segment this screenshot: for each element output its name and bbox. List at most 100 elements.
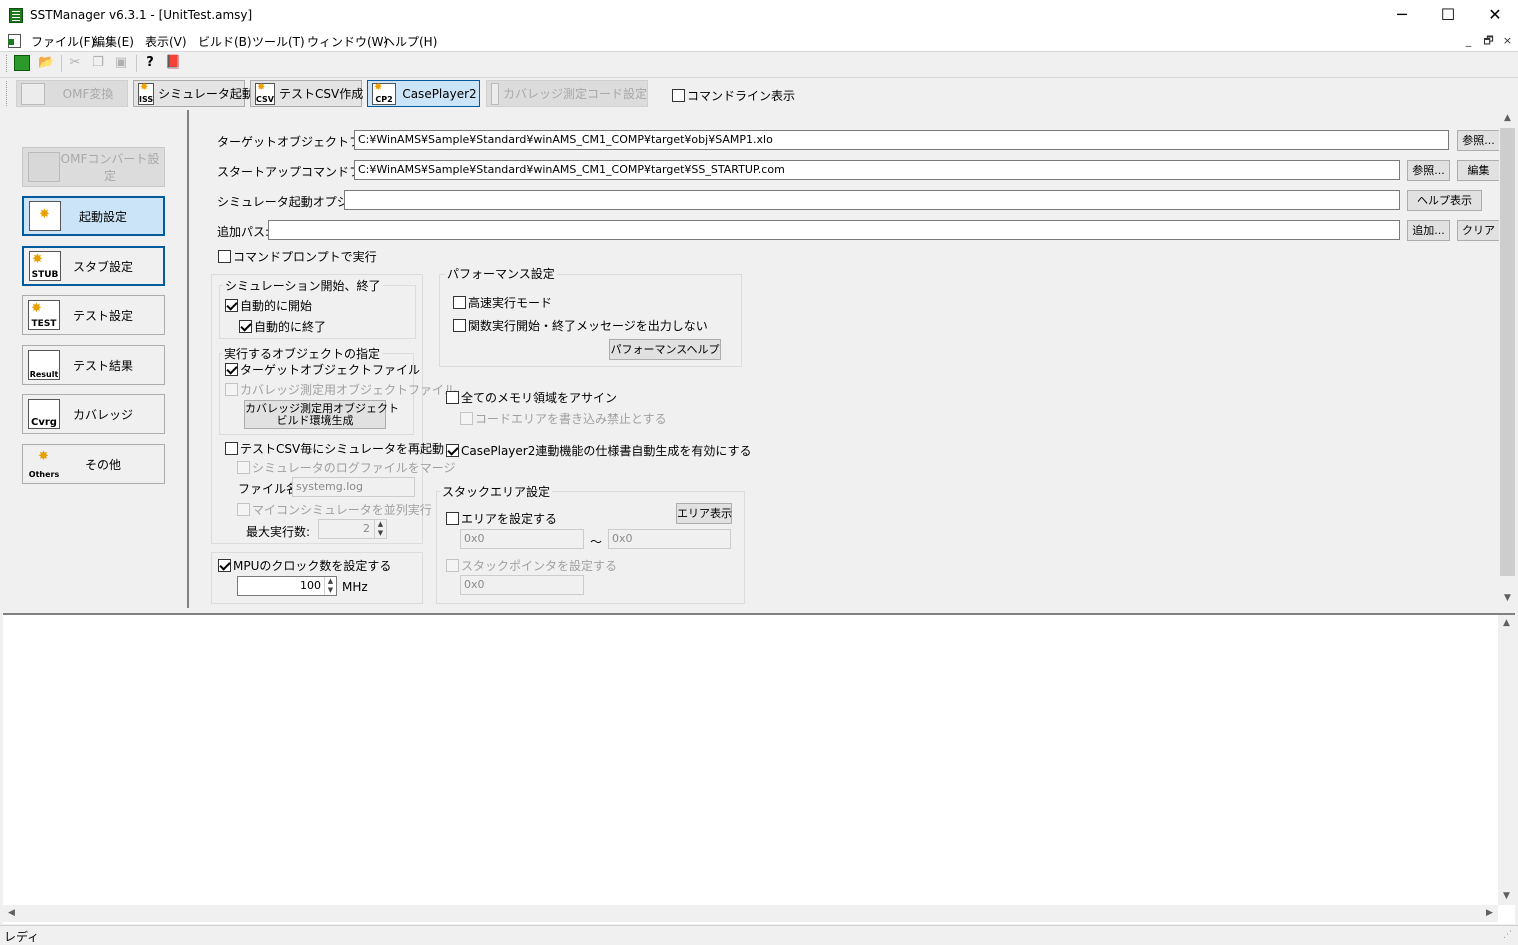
mdi-close-button[interactable]: × [1499,34,1516,48]
menu-build[interactable]: ビルド(B) [198,33,252,50]
no-func-message-checkbox[interactable] [453,319,466,332]
auto-start-option[interactable]: 自動的に開始 [225,297,312,314]
start-simulator-button[interactable]: ✸ ISS シミュレータ起動 [133,80,254,107]
set-area-option[interactable]: エリアを設定する [446,510,557,527]
startup-command-field[interactable]: C:¥WinAMS¥Sample¥Standard¥winAMS_CM1_COM… [354,160,1400,180]
merge-log-option[interactable]: シミュレータのログファイルをマージ [237,459,456,476]
scroll-thumb[interactable] [1500,128,1515,576]
fast-mode-option[interactable]: 高速実行モード [453,294,552,311]
clear-path-button[interactable]: クリア [1457,220,1500,241]
menu-file[interactable]: ファイル(F) [31,33,95,50]
coverage-object-option[interactable]: カバレッジ測定用オブジェクトファイル [225,381,456,398]
spinner-arrows-icon[interactable]: ▲ ▼ [374,520,386,538]
merge-log-checkbox[interactable] [237,461,250,474]
coverage-object-checkbox[interactable] [225,383,238,396]
target-object-checkbox[interactable] [225,363,238,376]
fast-mode-checkbox[interactable] [453,296,466,309]
mpu-clock-spinner[interactable]: 100 ▲ ▼ [237,576,337,596]
assign-all-memory-option[interactable]: 全てのメモリ領域をアサイン [446,389,617,406]
code-protect-option[interactable]: コードエリアを書き込み禁止とする [460,410,667,427]
book-icon[interactable]: 📕 [165,55,181,71]
build-coverage-env-button[interactable]: カバレッジ測定用オブジェクト ビルド環境生成 [244,400,399,429]
set-sp-option[interactable]: スタックポインタを設定する [446,557,617,574]
cmdline-checkbox[interactable] [672,89,685,102]
performance-help-button[interactable]: パフォーマンスヘルプ [609,339,721,360]
target-object-option[interactable]: ターゲットオブジェクトファイル [225,361,420,378]
menu-help[interactable]: ヘルプ(H) [383,33,437,50]
nav-test-results[interactable]: Result テスト結果 [22,345,165,385]
output-vertical-scrollbar[interactable] [1498,615,1515,905]
stack-to-field[interactable]: 0x0 [608,529,731,549]
cut-icon[interactable]: ✂ [67,55,83,71]
copy-icon[interactable]: ❐ [90,55,106,71]
mpu-clock-checkbox[interactable] [218,559,231,572]
parallel-exec-checkbox[interactable] [237,503,250,516]
mdi-minimize-button[interactable]: _ [1460,34,1477,48]
toolbar-grip[interactable] [6,81,9,106]
scroll-up-icon[interactable]: ▲ [1499,110,1516,127]
output-horizontal-scrollbar[interactable] [3,905,1498,922]
nav-stub-settings[interactable]: ✸ STUB スタブ設定 [22,246,165,286]
mpu-clock-option[interactable]: MPUのクロック数を設定する [218,557,391,574]
help-show-button[interactable]: ヘルプ表示 [1407,190,1482,211]
set-sp-checkbox[interactable] [446,559,459,572]
code-protect-checkbox[interactable] [460,412,473,425]
open-folder-icon[interactable]: 📂 [38,55,54,71]
add-path-field[interactable] [268,220,1400,240]
maximize-button[interactable]: ☐ [1425,0,1471,31]
target-object-field[interactable]: C:¥WinAMS¥Sample¥Standard¥winAMS_CM1_COM… [354,130,1449,150]
spinner-arrows-icon[interactable]: ▲ ▼ [324,577,336,595]
toolbar-grip[interactable] [6,55,9,72]
nav-others[interactable]: ✸ Others その他 [22,444,165,484]
new-icon[interactable] [14,55,30,71]
restart-per-csv-option[interactable]: テストCSV毎にシミュレータを再起動 [225,440,444,457]
create-test-csv-button[interactable]: ✸ CSV テストCSV作成 [250,80,363,107]
max-exec-spinner[interactable]: 2 ▲ ▼ [318,519,387,539]
omf-convert-button[interactable]: OMF変換 [16,80,128,107]
caseplayer2-spec-option[interactable]: CasePlayer2連動機能の仕様書自動生成を有効にする [446,442,751,459]
set-area-checkbox[interactable] [446,512,459,525]
help-icon[interactable]: ? [142,55,158,71]
menu-view[interactable]: 表示(V) [145,33,187,50]
scroll-down-icon[interactable]: ▼ [1498,888,1515,905]
menu-tools[interactable]: ツール(T) [252,33,305,50]
auto-end-option[interactable]: 自動的に終了 [239,318,326,335]
cmdline-toggle[interactable]: コマンドライン表示 [672,87,795,104]
target-browse-button[interactable]: 参照... [1457,130,1500,151]
menu-window[interactable]: ウィンドウ(W) [307,33,388,50]
log-filename-field[interactable]: systemg.log [292,477,415,497]
auto-end-checkbox[interactable] [239,320,252,333]
stack-pointer-field[interactable]: 0x0 [460,575,584,595]
no-func-message-option[interactable]: 関数実行開始・終了メッセージを出力しない [453,317,708,334]
scroll-up-icon[interactable]: ▲ [1498,615,1515,632]
scroll-right-icon[interactable]: ▶ [1481,905,1498,922]
sim-option-field[interactable] [344,190,1400,210]
assign-all-memory-checkbox[interactable] [446,391,459,404]
close-button[interactable]: ✕ [1472,0,1518,31]
scroll-left-icon[interactable]: ◀ [3,905,20,922]
show-area-button[interactable]: エリア表示 [676,503,732,524]
menu-edit[interactable]: 編集(E) [93,33,134,50]
mdi-restore-button[interactable]: 🗗 [1480,34,1497,48]
startup-browse-button[interactable]: 参照... [1407,160,1450,181]
stack-from-field[interactable]: 0x0 [460,529,584,549]
resize-grip-icon[interactable]: ⋰ [1503,929,1515,941]
nav-coverage[interactable]: Cvrg カバレッジ [22,394,165,434]
scroll-down-icon[interactable]: ▼ [1499,590,1516,607]
add-path-button[interactable]: 追加... [1407,220,1450,241]
caseplayer2-spec-checkbox[interactable] [446,444,459,457]
caseplayer2-button[interactable]: ✸ CP2 CasePlayer2 [367,80,480,107]
cmd-prompt-checkbox[interactable] [218,250,231,263]
restart-per-csv-checkbox[interactable] [225,442,238,455]
nav-test-settings[interactable]: ✸ TEST テスト設定 [22,295,165,335]
output-pane[interactable] [3,613,1515,924]
startup-edit-button[interactable]: 編集 [1457,160,1500,181]
coverage-code-setting-button[interactable]: カバレッジ測定コード設定 [486,80,648,107]
parallel-exec-option[interactable]: マイコンシミュレータを並列実行 [237,501,432,518]
paste-icon[interactable]: ▣ [113,55,129,71]
nav-omf-convert-settings[interactable]: OMFコンバート設定 [22,147,165,187]
minimize-button[interactable]: ─ [1379,0,1425,31]
document-icon[interactable] [8,34,21,48]
auto-start-checkbox[interactable] [225,299,238,312]
nav-startup-settings[interactable]: ✸ 起動設定 [22,196,165,236]
